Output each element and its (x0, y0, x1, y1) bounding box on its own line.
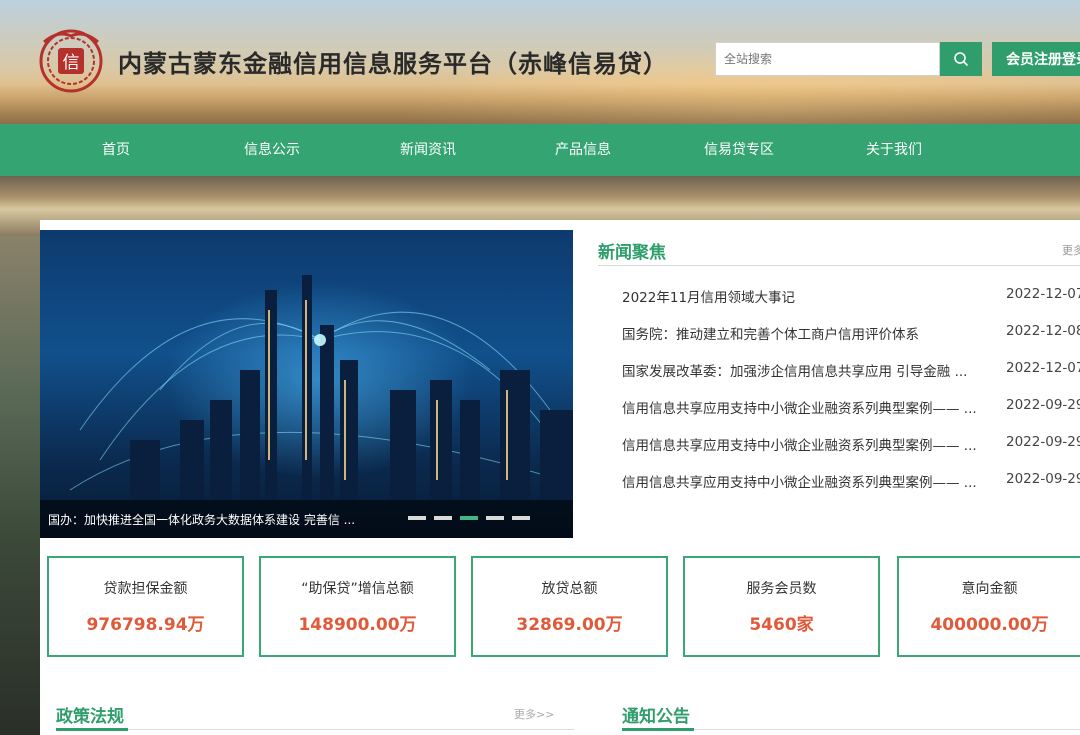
stat-value: 976798.94万 (86, 615, 205, 635)
carousel-dots (408, 516, 530, 520)
news-title[interactable]: 信用信息共享应用支持中小微企业融资系列典型案例—— ... (622, 434, 1000, 471)
stat-label: “助保贷”增信总额 (301, 581, 414, 597)
stat-card-members[interactable]: 服务会员数 5460家 (683, 556, 880, 657)
carousel-dot[interactable] (408, 516, 426, 520)
main-content: 国办：加快推进全国一体化政务大数据体系建设 完善信 ... 新闻聚焦 更多 20… (40, 220, 1080, 735)
nav-item-about-us[interactable]: 关于我们 (834, 124, 954, 176)
carousel-dot[interactable] (512, 516, 530, 520)
news-title[interactable]: 国务院：推动建立和完善个体工商户信用评价体系 (622, 323, 1000, 360)
news-date: 2022-09-29 (1006, 471, 1080, 487)
nav-item-info-disclosure[interactable]: 信息公示 (212, 124, 332, 176)
hero-caption-bar: 国办：加快推进全国一体化政务大数据体系建设 完善信 ... (40, 500, 573, 538)
stat-label: 放贷总额 (541, 581, 598, 597)
carousel-dot[interactable] (434, 516, 452, 520)
stat-value: 148900.00万 (298, 615, 417, 635)
stat-value: 400000.00万 (930, 615, 1049, 635)
nav-item-home[interactable]: 首页 (56, 124, 176, 176)
nav-item-news[interactable]: 新闻资讯 (368, 124, 488, 176)
news-date: 2022-12-07 (1006, 286, 1080, 302)
news-list-item[interactable]: 国务院：推动建立和完善个体工商户信用评价体系 2022-12-08 (622, 323, 1080, 360)
policy-section-title: 政策法规 (56, 707, 124, 727)
search-icon (954, 52, 969, 67)
policy-title-underline (56, 728, 128, 731)
stat-label: 服务会员数 (746, 581, 817, 597)
site-title: 内蒙古蒙东金融信用信息服务平台（赤峰信易贷） (118, 49, 668, 78)
main-nav: 首页 信息公示 新闻资讯 产品信息 信易贷专区 关于我们 (0, 124, 1080, 176)
stat-label: 意向金额 (961, 581, 1018, 597)
stat-card-zhubaodai[interactable]: “助保贷”增信总额 148900.00万 (259, 556, 456, 657)
city-skyline-image (69, 275, 573, 500)
stat-card-loan-guarantee[interactable]: 贷款担保金额 976798.94万 (47, 556, 244, 657)
stat-label: 贷款担保金额 (103, 581, 188, 597)
carousel-dot[interactable] (486, 516, 504, 520)
header-landscape (0, 84, 1080, 124)
news-title[interactable]: 信用信息共享应用支持中小微企业融资系列典型案例—— ... (622, 397, 1000, 434)
stat-card-intended-amount[interactable]: 意向金额 400000.00万 (897, 556, 1080, 657)
news-list-item[interactable]: 信用信息共享应用支持中小微企业融资系列典型案例—— ... 2022-09-29 (622, 397, 1080, 434)
news-divider (598, 265, 1080, 266)
news-title[interactable]: 2022年11月信用领域大事记 (622, 286, 1000, 323)
notice-title-underline (622, 728, 694, 731)
nav-item-credit-loan-zone[interactable]: 信易贷专区 (679, 124, 799, 176)
nav-item-products[interactable]: 产品信息 (523, 124, 643, 176)
policy-divider (56, 729, 574, 730)
site-logo[interactable]: 信 (38, 28, 104, 94)
news-list-item[interactable]: 国家发展改革委：加强涉企信用信息共享应用 引导金融 ... 2022-12-07 (622, 360, 1080, 397)
news-date: 2022-09-29 (1006, 397, 1080, 413)
hero-caption[interactable]: 国办：加快推进全国一体化政务大数据体系建设 完善信 ... (48, 511, 393, 528)
news-list: 2022年11月信用领域大事记 2022-12-07 国务院：推动建立和完善个体… (622, 286, 1080, 508)
search-button[interactable] (940, 42, 982, 76)
news-date: 2022-09-29 (1006, 434, 1080, 450)
news-list-item[interactable]: 信用信息共享应用支持中小微企业融资系列典型案例—— ... 2022-09-29 (622, 471, 1080, 508)
news-section-title: 新闻聚焦 (598, 243, 666, 263)
news-date: 2022-12-08 (1006, 323, 1080, 339)
news-more-link[interactable]: 更多 (1062, 242, 1080, 258)
hero-carousel[interactable]: 国办：加快推进全国一体化政务大数据体系建设 完善信 ... (40, 230, 573, 538)
svg-text:信: 信 (63, 53, 80, 73)
news-list-item[interactable]: 信用信息共享应用支持中小微企业融资系列典型案例—— ... 2022-09-29 (622, 434, 1080, 471)
carousel-dot-active[interactable] (460, 516, 478, 520)
news-list-item[interactable]: 2022年11月信用领域大事记 2022-12-07 (622, 286, 1080, 323)
notice-section-title: 通知公告 (622, 707, 690, 727)
stat-value: 5460家 (749, 615, 814, 635)
news-title[interactable]: 国家发展改革委：加强涉企信用信息共享应用 引导金融 ... (622, 360, 1000, 397)
stat-card-total-lending[interactable]: 放贷总额 32869.00万 (471, 556, 668, 657)
stat-value: 32869.00万 (516, 615, 623, 635)
policy-more-link[interactable]: 更多>> (514, 706, 554, 722)
register-login-button[interactable]: 会员注册登录 (992, 42, 1080, 76)
search-input[interactable] (715, 42, 940, 76)
landscape-side (0, 236, 40, 735)
news-date: 2022-12-07 (1006, 360, 1080, 376)
news-title[interactable]: 信用信息共享应用支持中小微企业融资系列典型案例—— ... (622, 471, 1000, 508)
